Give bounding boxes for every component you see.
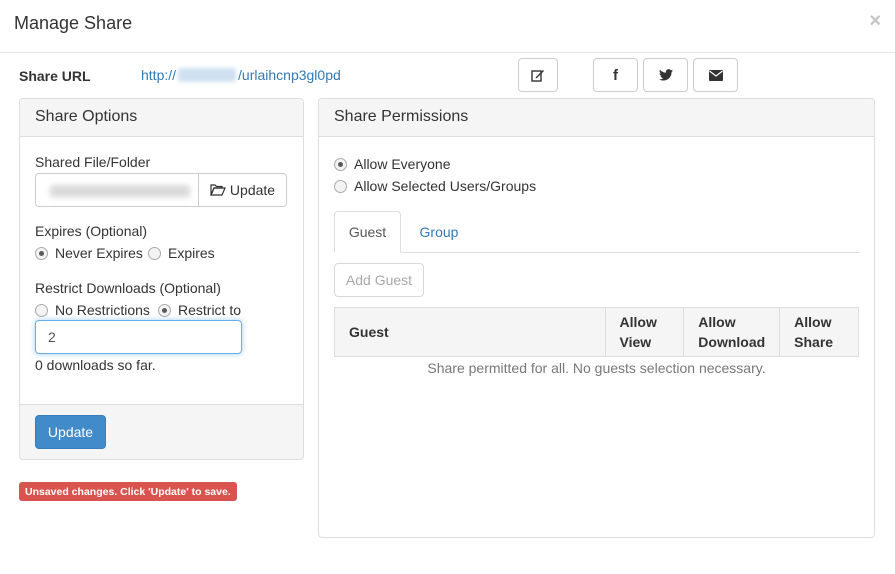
share-options-panel: Share Options Update [19,98,304,460]
modal-title: Manage Share [14,13,133,33]
never-expires-label: Never Expires [55,245,143,261]
share-url-prefix: http:// [141,67,177,83]
share-url-label: Share URL [19,68,91,84]
envelope-icon [708,69,723,81]
expires-radio[interactable] [148,247,161,260]
table-header-row: Guest Allow View Allow Download Allow Sh… [334,307,859,357]
edit-icon [531,70,544,82]
empty-message: Share permitted for all. No guests selec… [427,359,766,376]
restrict-count-input[interactable] [35,320,242,354]
twitter-share-button[interactable] [643,58,688,92]
unsaved-changes-badge: Unsaved changes. Click 'Update' to save. [19,482,237,501]
shared-file-label: Shared File/Folder [35,154,151,170]
col-allow-share: Allow Share [779,307,859,357]
table-row: Share permitted for all. No guests selec… [335,357,859,379]
update-file-label: Update [229,182,276,198]
share-options-footer: Update [20,404,303,459]
share-url-link[interactable]: http:// /urlaihcnp3gl0pd [141,67,341,83]
guests-table: Guest Allow View Allow Download Allow Sh… [334,307,859,379]
add-guest-button[interactable]: Add Guest [334,263,424,297]
redacted-host [178,68,237,82]
update-file-button[interactable]: Update [198,173,287,207]
folder-open-icon [210,184,226,196]
col-allow-download: Allow Download [683,307,781,357]
no-restrictions-radio[interactable] [35,304,48,317]
downloads-so-far: 0 downloads so far. [35,357,156,373]
restrict-to-label: Restrict to [178,302,242,318]
restrict-downloads-label: Restrict Downloads (Optional) [35,280,221,296]
share-permissions-heading: Share Permissions [319,99,874,137]
tab-guest[interactable]: Guest [334,211,401,253]
twitter-icon [658,69,673,81]
modal-header: Manage Share × [0,0,895,53]
share-url-suffix: /urlaihcnp3gl0pd [238,67,341,83]
allow-selected-radio[interactable] [334,180,347,193]
tab-group[interactable]: Group [404,211,474,253]
never-expires-radio[interactable] [35,247,48,260]
allow-everyone-label: Allow Everyone [354,156,451,172]
edit-url-button[interactable] [518,58,558,92]
allow-everyone-radio[interactable] [334,158,347,171]
share-options-heading: Share Options [20,99,303,137]
redacted-path [50,185,190,197]
no-restrictions-label: No Restrictions [55,302,150,318]
shared-file-input[interactable] [35,173,199,207]
close-button[interactable]: × [869,10,881,33]
facebook-icon: f [613,66,618,84]
restrict-to-radio[interactable] [158,304,171,317]
col-guest: Guest [334,307,606,357]
expires-label: Expires (Optional) [35,223,148,239]
facebook-share-button[interactable]: f [593,58,638,92]
col-allow-view: Allow View [604,307,685,357]
allow-selected-label: Allow Selected Users/Groups [354,178,537,194]
expires-option-label: Expires [168,245,215,261]
email-share-button[interactable] [693,58,738,92]
update-share-button[interactable]: Update [35,415,106,449]
